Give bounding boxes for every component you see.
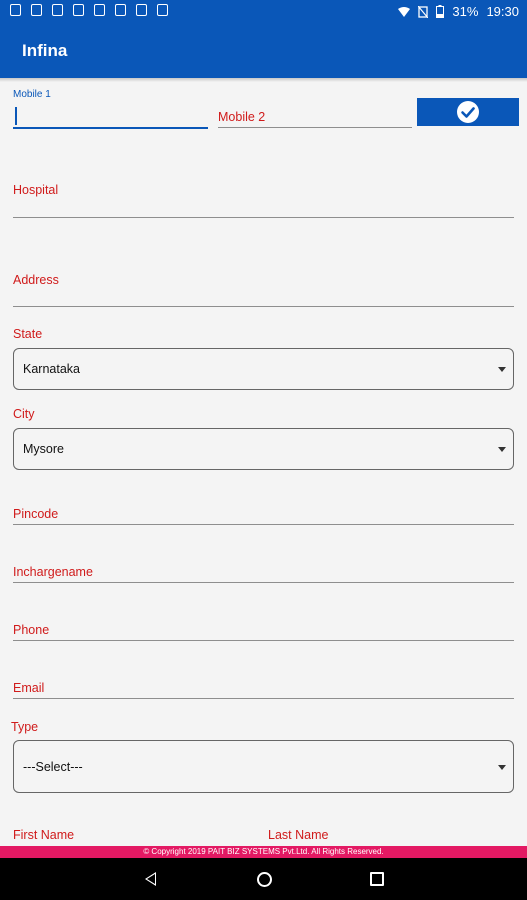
state-label: State (13, 327, 43, 341)
dropdown-arrow-icon (498, 367, 506, 372)
wifi-icon (398, 6, 411, 17)
first-name-label: First Name (13, 828, 75, 842)
bulb-icon (115, 4, 126, 16)
battery-percent: 31% (452, 4, 479, 19)
play-store-icon (136, 4, 147, 16)
no-sim-icon (418, 5, 429, 18)
phone-label: Phone (13, 623, 50, 637)
pincode-input[interactable] (13, 524, 514, 525)
usb-icon (31, 4, 42, 16)
city-value: Mysore (23, 442, 64, 456)
hospital-label: Hospital (13, 183, 59, 197)
last-name-label: Last Name (268, 828, 329, 842)
state-dropdown[interactable]: Karnataka (13, 348, 514, 390)
incharge-label: Inchargename (13, 565, 93, 579)
notification-icons (10, 4, 168, 16)
status-bar: 31% 19:30 (0, 0, 527, 24)
back-icon[interactable] (145, 872, 156, 886)
image-icon (157, 4, 168, 16)
copyright-footer: © Copyright 2019 PAIT BIZ SYSTEMS Pvt.Lt… (0, 846, 527, 858)
phone-input[interactable] (13, 640, 514, 641)
address-label: Address (13, 273, 59, 287)
text-cursor (15, 107, 17, 125)
submit-button[interactable] (417, 98, 519, 126)
pincode-label: Pincode (13, 507, 59, 521)
calendar-icon (94, 4, 105, 16)
mobile2-input[interactable] (218, 127, 412, 128)
wrench-icon (73, 4, 84, 16)
state-value: Karnataka (23, 362, 80, 376)
clock: 19:30 (486, 4, 519, 19)
system-nav-bar (0, 858, 527, 900)
app-title: Infina (22, 41, 68, 60)
battery-icon (436, 5, 445, 18)
city-dropdown[interactable]: Mysore (13, 428, 514, 470)
address-input[interactable] (13, 306, 514, 307)
type-dropdown[interactable]: ---Select--- (13, 740, 514, 793)
incharge-input[interactable] (13, 582, 514, 583)
city-label: City (13, 407, 35, 421)
mobile1-label: Mobile 1 (13, 89, 51, 100)
mobile1-input[interactable] (13, 127, 208, 129)
gmail-icon (52, 4, 63, 16)
hospital-input[interactable] (13, 217, 514, 218)
type-label: Type (11, 720, 39, 734)
type-value: ---Select--- (23, 760, 83, 774)
appbar-shadow (0, 78, 527, 82)
email-input[interactable] (13, 698, 514, 699)
recents-icon[interactable] (370, 872, 384, 886)
mobile2-label: Mobile 2 (218, 110, 266, 124)
app-bar: Infina (0, 24, 527, 78)
dropdown-arrow-icon (498, 765, 506, 770)
home-icon[interactable] (257, 872, 272, 887)
email-label: Email (13, 681, 45, 695)
notification-icon (10, 4, 21, 16)
dropdown-arrow-icon (498, 447, 506, 452)
check-circle-icon (457, 101, 479, 123)
